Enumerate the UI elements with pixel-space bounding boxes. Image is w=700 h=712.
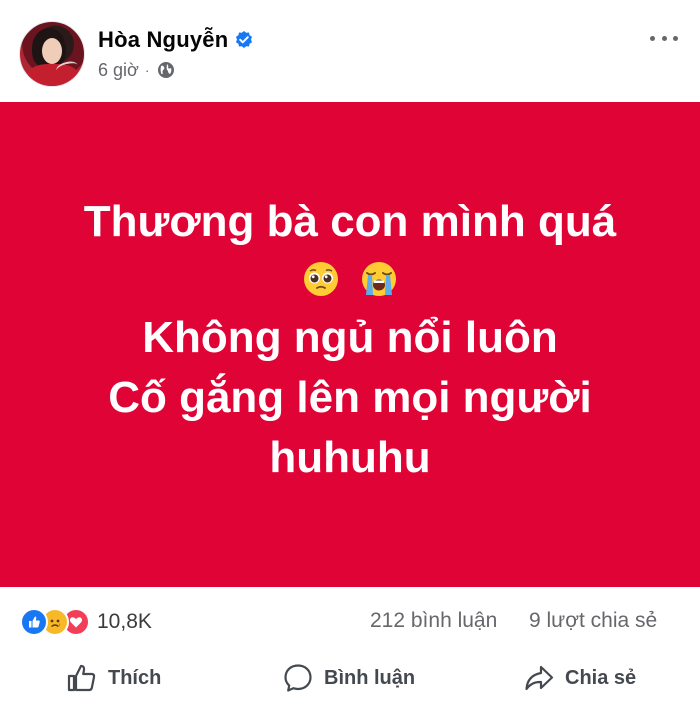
emoji-row [0, 250, 700, 308]
like-reaction-icon [20, 608, 48, 636]
share-button[interactable]: Chia sẻ [523, 662, 636, 694]
author-avatar[interactable] [19, 21, 85, 87]
post-meta: 6 giờ · [98, 59, 175, 81]
post-line-4: huhuhu [269, 433, 431, 482]
post-actions: Thích Bình luận Chia sẻ [0, 652, 700, 704]
post-line-1: Thương bà con mình quá [83, 197, 617, 246]
globe-icon [157, 62, 174, 78]
like-label: Thích [108, 666, 162, 689]
author-row: Hòa Nguyễn [98, 26, 254, 54]
thumbs-up-icon [67, 664, 96, 692]
like-button[interactable]: Thích [66, 662, 161, 694]
comment-button[interactable]: Bình luận [282, 662, 415, 694]
comment-bubble-icon [284, 664, 312, 692]
author-name[interactable]: Hòa Nguyễn [98, 27, 228, 53]
reactions-summary[interactable]: 10,8K [20, 608, 152, 636]
comment-count-link[interactable]: 212 bình luận [370, 609, 497, 633]
share-arrow-icon [525, 665, 554, 691]
share-label: Chia sẻ [565, 666, 637, 689]
post-header: Hòa Nguyễn 6 giờ · [0, 0, 700, 102]
post-stats: 10,8K 212 bình luận 9 lượt chia sẻ [0, 600, 700, 640]
post-line-2: Không ngủ nổi luôn [142, 313, 558, 362]
post-line-3: Cố gắng lên mọi người [108, 373, 592, 422]
meta-separator: · [144, 62, 150, 78]
post-time[interactable]: 6 giờ [98, 60, 139, 81]
post-text: Thương bà con mình quá Không ngủ nổi luô… [0, 192, 700, 488]
pleading-face-icon [304, 262, 338, 296]
comment-label: Bình luận [324, 666, 416, 689]
reaction-count: 10,8K [97, 610, 152, 633]
more-options-icon[interactable] [650, 28, 678, 48]
loudly-crying-face-icon [362, 262, 396, 296]
verified-badge-icon [236, 31, 253, 48]
share-count-link[interactable]: 9 lượt chia sẻ [529, 609, 657, 633]
